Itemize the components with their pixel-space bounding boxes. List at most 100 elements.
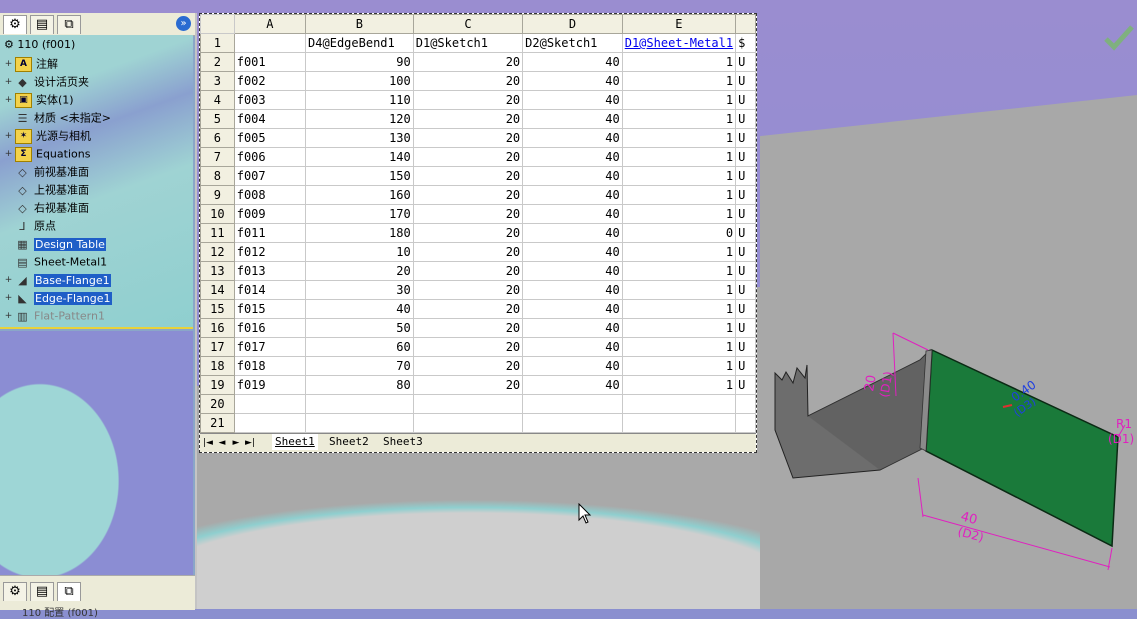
table-cell[interactable]: f019 — [233, 375, 307, 395]
table-cell[interactable]: 1 — [621, 147, 737, 167]
tab-configuration-manager[interactable]: ⧉ — [57, 15, 81, 34]
dim-height-label[interactable]: 20 — [862, 374, 880, 393]
sheet-tab[interactable]: Sheet1 — [272, 434, 318, 450]
table-cell[interactable] — [233, 394, 307, 414]
table-cell[interactable]: 150 — [305, 166, 414, 186]
table-cell[interactable]: 20 — [412, 318, 524, 338]
table-cell[interactable]: f014 — [233, 280, 307, 300]
table-cell[interactable]: D1@Sheet-Metal1 — [621, 33, 737, 53]
table-cell[interactable]: D4@EdgeBend1 — [305, 33, 414, 53]
table-cell[interactable]: U — [735, 52, 756, 72]
confirm-check-icon[interactable] — [1104, 25, 1134, 53]
tree-expand-toggle[interactable]: + — [4, 95, 13, 105]
table-cell[interactable]: 1 — [621, 337, 737, 357]
table-cell[interactable]: 40 — [305, 299, 414, 319]
table-cell[interactable]: 1 — [621, 356, 737, 376]
table-cell[interactable]: 110 — [305, 90, 414, 110]
table-cell[interactable]: 140 — [305, 147, 414, 167]
row-header[interactable]: 1 — [200, 33, 235, 53]
table-cell[interactable]: U — [735, 90, 756, 110]
table-cell[interactable]: U — [735, 242, 756, 262]
table-cell[interactable]: 90 — [305, 52, 414, 72]
table-cell[interactable]: 1 — [621, 318, 737, 338]
column-header[interactable] — [735, 14, 756, 34]
tree-root[interactable]: ⚙ 110 (f001) — [4, 37, 75, 53]
column-header[interactable]: C — [412, 14, 524, 34]
table-cell[interactable]: 40 — [522, 52, 623, 72]
table-cell[interactable]: U — [735, 204, 756, 224]
row-header[interactable]: 9 — [200, 185, 235, 205]
tree-item[interactable]: + Σ Equations — [4, 145, 190, 162]
table-cell[interactable]: U — [735, 185, 756, 205]
sheet-nav-button[interactable]: ►| — [244, 434, 256, 452]
tab-feature-tree[interactable]: ⚙ — [3, 15, 27, 34]
table-cell[interactable]: 20 — [412, 166, 524, 186]
bottom-tab-configuration-manager[interactable]: ⧉ — [57, 582, 81, 601]
tree-item[interactable]: ☰ 材质 <未指定> — [4, 109, 190, 126]
table-cell[interactable]: 170 — [305, 204, 414, 224]
table-cell[interactable]: 10 — [305, 242, 414, 262]
tree-item[interactable]: + ◆ 设计活页夹 — [4, 73, 190, 90]
table-cell[interactable]: f018 — [233, 356, 307, 376]
table-cell[interactable]: 1 — [621, 280, 737, 300]
table-cell[interactable] — [621, 394, 737, 414]
table-cell[interactable]: f002 — [233, 71, 307, 91]
sheet-tab[interactable]: Sheet3 — [380, 434, 426, 450]
table-cell[interactable]: 20 — [412, 223, 524, 243]
table-cell[interactable]: 20 — [412, 109, 524, 129]
table-cell[interactable]: 40 — [522, 147, 623, 167]
table-cell[interactable]: 20 — [412, 71, 524, 91]
table-cell[interactable]: 1 — [621, 166, 737, 186]
table-cell[interactable]: 20 — [412, 242, 524, 262]
table-cell[interactable]: f001 — [233, 52, 307, 72]
table-cell[interactable]: f016 — [233, 318, 307, 338]
column-header[interactable]: D — [522, 14, 623, 34]
table-cell[interactable]: U — [735, 128, 756, 148]
table-cell[interactable]: 80 — [305, 375, 414, 395]
tree-item[interactable]: ◇ 上视基准面 — [4, 181, 190, 198]
tree-expand-toggle[interactable]: + — [4, 59, 13, 69]
table-cell[interactable]: 40 — [522, 280, 623, 300]
table-cell[interactable]: U — [735, 356, 756, 376]
tree-item[interactable]: ◇ 前视基准面 — [4, 163, 190, 180]
table-cell[interactable]: 1 — [621, 261, 737, 281]
tree-expand-toggle[interactable]: + — [4, 149, 13, 159]
row-header[interactable]: 16 — [200, 318, 235, 338]
table-cell[interactable]: U — [735, 375, 756, 395]
row-header[interactable]: 14 — [200, 280, 235, 300]
design-table-spreadsheet[interactable]: ABCDE 1 D4@EdgeBend1 D1@Sketch1 D2@Sketch1 D… — [199, 13, 757, 453]
table-cell[interactable]: f003 — [233, 90, 307, 110]
table-cell[interactable] — [621, 413, 737, 433]
table-cell[interactable]: D2@Sketch1 — [522, 33, 623, 53]
tree-item[interactable]: + ▥ Flat-Pattern1 — [4, 307, 190, 324]
table-cell[interactable]: 40 — [522, 204, 623, 224]
table-cell[interactable]: 1 — [621, 71, 737, 91]
row-header[interactable]: 5 — [200, 109, 235, 129]
row-header[interactable]: 21 — [200, 413, 235, 433]
row-header[interactable]: 13 — [200, 261, 235, 281]
sheet-nav-button[interactable]: ◄ — [216, 434, 228, 452]
table-cell[interactable]: 1 — [621, 185, 737, 205]
table-cell[interactable]: 40 — [522, 242, 623, 262]
tree-item[interactable]: + ▣ 实体(1) — [4, 91, 190, 108]
table-cell[interactable]: D1@Sketch1 — [412, 33, 524, 53]
tree-expand-toggle[interactable]: + — [4, 311, 13, 321]
table-cell[interactable]: f011 — [233, 223, 307, 243]
dim-radius-label[interactable]: R1 — [1116, 417, 1132, 431]
tree-item[interactable]: ⅃ 原点 — [4, 217, 190, 234]
tree-expand-toggle[interactable]: + — [4, 275, 13, 285]
table-cell[interactable]: f009 — [233, 204, 307, 224]
table-cell[interactable]: 20 — [412, 280, 524, 300]
table-cell[interactable]: f012 — [233, 242, 307, 262]
table-cell[interactable]: 40 — [522, 185, 623, 205]
row-header[interactable]: 18 — [200, 356, 235, 376]
table-cell[interactable]: 1 — [621, 90, 737, 110]
tree-item[interactable]: + ✶ 光源与相机 — [4, 127, 190, 144]
table-cell[interactable]: 20 — [412, 299, 524, 319]
table-cell[interactable]: 120 — [305, 109, 414, 129]
tree-item[interactable]: + ◣ Edge-Flange1 — [4, 289, 190, 306]
table-cell[interactable]: f017 — [233, 337, 307, 357]
table-cell[interactable]: 20 — [412, 356, 524, 376]
table-cell[interactable]: U — [735, 166, 756, 186]
table-cell[interactable]: f005 — [233, 128, 307, 148]
